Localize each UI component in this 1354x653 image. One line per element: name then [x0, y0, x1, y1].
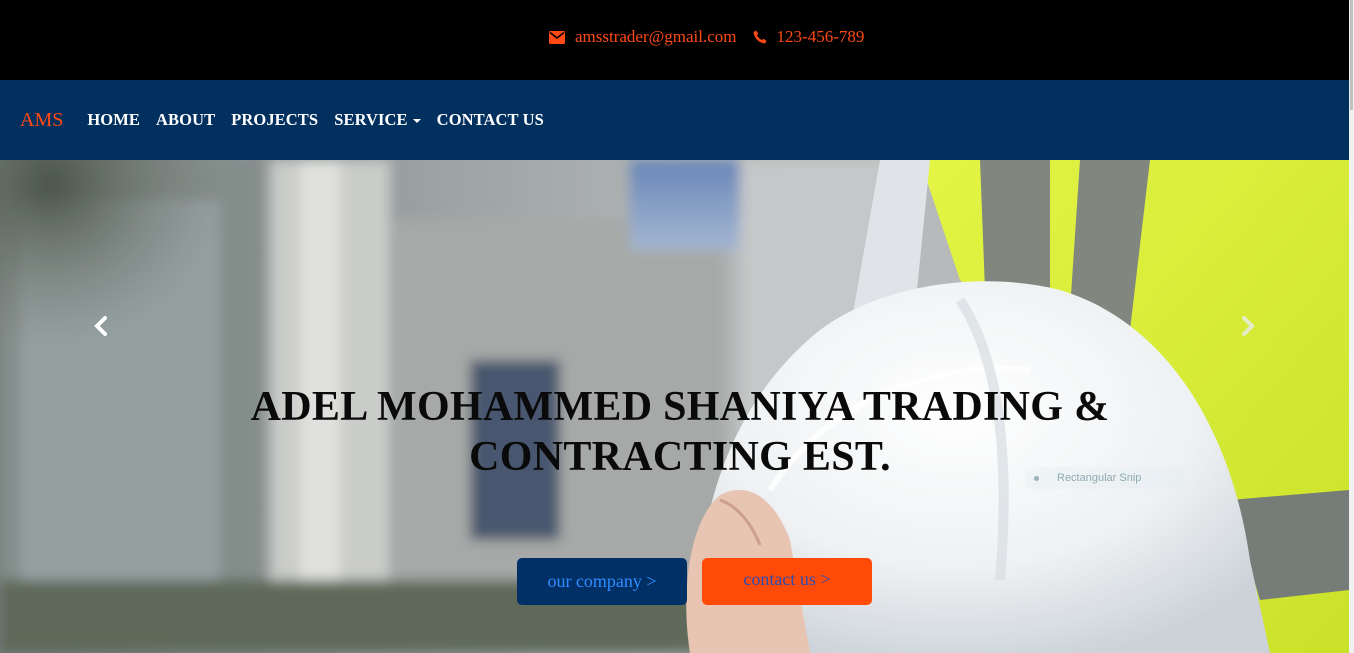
- nav-home[interactable]: HOME: [87, 110, 140, 130]
- hero-carousel: ADEL MOHAMMED SHANIYA TRADING & CONTRACT…: [0, 160, 1349, 653]
- radio-dot-icon: [1034, 475, 1039, 481]
- contact-us-button[interactable]: contact us >: [702, 558, 872, 605]
- carousel-prev-button[interactable]: [89, 314, 113, 338]
- nav-links: HOME ABOUT PROJECTS SERVICE CONTACT US: [87, 110, 560, 130]
- email-contact[interactable]: amsstrader@gmail.com: [549, 27, 737, 47]
- phone-icon: [753, 30, 777, 44]
- nav-contact[interactable]: CONTACT US: [437, 110, 544, 130]
- nav-service-label: SERVICE: [334, 110, 408, 129]
- caret-down-icon: [412, 119, 421, 123]
- main-navbar: AMS HOME ABOUT PROJECTS SERVICE CONTACT …: [0, 80, 1349, 160]
- page-scrollbar[interactable]: [1349, 0, 1354, 653]
- nav-about[interactable]: ABOUT: [156, 110, 215, 130]
- chevron-left-icon: [94, 316, 107, 336]
- our-company-button[interactable]: our company >: [517, 558, 687, 605]
- brand-logo[interactable]: AMS: [20, 109, 63, 132]
- carousel-next-button[interactable]: [1236, 314, 1260, 338]
- snip-overlay-label: Rectangular Snip: [1057, 472, 1142, 484]
- nav-service-dropdown[interactable]: SERVICE: [334, 110, 421, 130]
- contact-strip: amsstrader@gmail.com 123-456-789: [549, 27, 864, 47]
- nav-projects[interactable]: PROJECTS: [231, 110, 318, 130]
- top-contact-bar: amsstrader@gmail.com 123-456-789: [0, 0, 1349, 80]
- scrollbar-thumb[interactable]: [1350, 0, 1353, 110]
- envelope-icon: [549, 30, 575, 44]
- phone-contact[interactable]: 123-456-789: [753, 27, 865, 47]
- hero-title-line2: CONTRACTING EST.: [469, 434, 891, 480]
- phone-text[interactable]: 123-456-789: [777, 27, 865, 47]
- email-text[interactable]: amsstrader@gmail.com: [575, 27, 737, 47]
- chevron-right-icon: [1242, 316, 1255, 336]
- snip-overlay: Rectangular Snip: [1025, 467, 1185, 489]
- hero-title-line1: ADEL MOHAMMED SHANIYA TRADING &: [250, 384, 1110, 430]
